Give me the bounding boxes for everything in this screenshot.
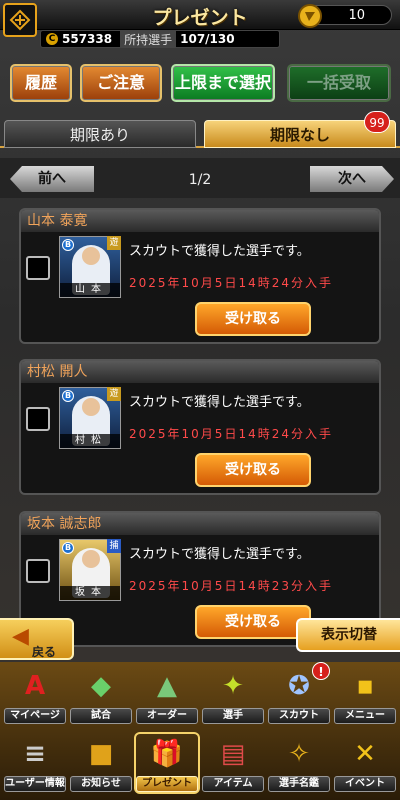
received-date: 2025年10月5日14時24分入手 (129, 276, 333, 290)
menu-icon: ▪ (356, 671, 374, 701)
notice-button[interactable]: ご注意 (80, 64, 162, 102)
gift-description: スカウトで獲得した選手です。 (129, 244, 310, 259)
money-icon: C (46, 33, 58, 45)
nav-players[interactable]: ✦ 選手 (202, 666, 264, 724)
receive-button[interactable]: 受け取る (195, 605, 311, 639)
thumb-name: 山本 (60, 283, 120, 297)
nav-label: オーダー (136, 708, 198, 724)
player-name: 坂本 誠志郎 (21, 513, 379, 535)
nav-label: スカウト (268, 708, 330, 724)
nav-scout[interactable]: ! ✪ スカウト (268, 662, 330, 724)
nav-present[interactable]: 🎁 プレゼント (136, 734, 198, 792)
select-checkbox[interactable] (26, 256, 50, 280)
nav-items[interactable]: ▤ アイテム (202, 734, 264, 792)
team-emblem (9, 9, 31, 31)
news-icon: ■ (88, 739, 114, 769)
nav-label: 試合 (70, 708, 132, 724)
back-button[interactable]: ◀ 戻る (0, 618, 74, 660)
receive-all-button[interactable]: 一括受取 (287, 64, 391, 102)
coin-icon (298, 4, 322, 28)
rarity-b-icon: B (62, 390, 74, 402)
received-date: 2025年10月5日14時24分入手 (129, 427, 333, 441)
nav-label: お知らせ (70, 776, 132, 792)
history-button[interactable]: 履歴 (10, 64, 72, 102)
select-checkbox[interactable] (26, 559, 50, 583)
receive-button[interactable]: 受け取る (195, 453, 311, 487)
back-arrow-icon: ◀ (12, 624, 29, 649)
status-bar: C 557338 所持選手 107/130 (40, 30, 280, 48)
page-indicator: 1/2 (188, 172, 212, 188)
nav-news[interactable]: ■ お知らせ (70, 734, 132, 792)
nav-event[interactable]: ✕ イベント (334, 734, 396, 792)
position-badge: 遊 (107, 387, 121, 401)
gift-card: 山本 泰寛 B 山本 遊 スカウトで獲得した選手です。 2025年10月5日14… (19, 208, 381, 344)
nav-label: 選手 (202, 708, 264, 724)
header-bar: プレゼント 10 (0, 0, 400, 30)
received-date: 2025年10月5日14時23分入手 (129, 579, 333, 593)
present-screen: プレゼント 10 C 557338 所持選手 107/130 履歴 ご注意 上限… (0, 0, 400, 800)
thumb-name: 坂本 (60, 586, 120, 600)
nav-label: 選手名鑑 (268, 776, 330, 792)
batter-icon: ✧ (288, 739, 310, 769)
next-page-button[interactable]: 次へ (310, 166, 394, 192)
player-icon: ✦ (222, 671, 244, 701)
owned-label: 所持選手 (120, 30, 177, 48)
player-name: 村松 開人 (21, 361, 379, 383)
stadium-icon: ◆ (91, 671, 111, 701)
gift-card: 村松 開人 B 村松 遊 スカウトで獲得した選手です。 2025年10月5日14… (19, 359, 381, 495)
count-badge: 99 (364, 111, 390, 133)
coin-counter: 10 (298, 4, 392, 28)
nav-label: イベント (334, 776, 396, 792)
money-value: 557338 (62, 32, 113, 46)
prev-page-button[interactable]: 前へ (10, 166, 94, 192)
select-max-button[interactable]: 上限まで選択 (171, 64, 275, 102)
event-bats-icon: ✕ (354, 739, 376, 769)
rarity-b-icon: B (62, 542, 74, 554)
user-card-icon: ≡ (24, 739, 46, 769)
rarity-b-icon: B (62, 239, 74, 251)
nav-row-sub: ≡ ユーザー情報 ■ お知らせ 🎁 プレゼント ▤ アイテム ✧ 選手名鑑 ✕ … (0, 734, 400, 798)
alert-badge: ! (312, 662, 330, 680)
display-toggle-button[interactable]: 表示切替 (296, 618, 400, 652)
nav-user-info[interactable]: ≡ ユーザー情報 (4, 734, 66, 792)
item-book-icon: ▤ (220, 739, 246, 769)
receive-button[interactable]: 受け取る (195, 302, 311, 336)
mypage-icon: A (24, 671, 46, 701)
gift-description: スカウトで獲得した選手です。 (129, 395, 310, 410)
nav-label: アイテム (202, 776, 264, 792)
owned-value: 107/130 (180, 32, 235, 46)
tab-with-limit[interactable]: 期限あり (4, 120, 196, 148)
nav-player-directory[interactable]: ✧ 選手名鑑 (268, 734, 330, 792)
bottom-navigation: A マイページ ◆ 試合 ▲ オーダー ✦ 選手 ! ✪ スカウト ▪ メニュー… (0, 662, 400, 800)
gift-icon: 🎁 (150, 739, 184, 769)
nav-label: プレゼント (136, 776, 198, 792)
tab-bar: 期限あり 期限なし (0, 118, 400, 148)
position-badge: 捕 (107, 539, 121, 553)
player-head (82, 550, 100, 568)
thumb-name: 村松 (60, 434, 120, 448)
position-badge: 遊 (107, 236, 121, 250)
select-checkbox[interactable] (26, 407, 50, 431)
coin-count: 10 (348, 8, 365, 23)
nav-menu[interactable]: ▪ メニュー (334, 666, 396, 724)
nav-row-main: A マイページ ◆ 試合 ▲ オーダー ✦ 選手 ! ✪ スカウト ▪ メニュー (0, 662, 400, 730)
player-name: 山本 泰寛 (21, 210, 379, 232)
nav-label: ユーザー情報 (4, 776, 66, 792)
team-logo-icon[interactable] (3, 3, 37, 37)
nav-mypage[interactable]: A マイページ (4, 666, 66, 724)
nav-game[interactable]: ◆ 試合 (70, 666, 132, 724)
player-head (82, 247, 100, 265)
back-label: 戻る (32, 645, 57, 659)
field-icon: ▲ (157, 671, 177, 701)
nav-label: メニュー (334, 708, 396, 724)
player-head (82, 398, 100, 416)
pager: 前へ 1/2 次へ (0, 158, 400, 198)
nav-label: マイページ (4, 708, 66, 724)
gift-description: スカウトで獲得した選手です。 (129, 547, 310, 562)
nav-order[interactable]: ▲ オーダー (136, 666, 198, 724)
